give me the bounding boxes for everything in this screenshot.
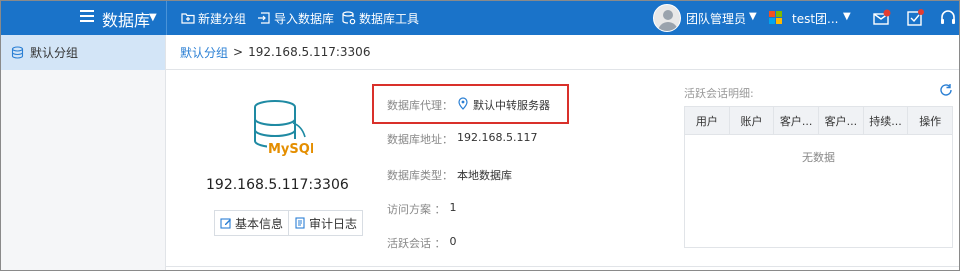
info-label: 数据库类型： — [387, 169, 453, 182]
mail-alert-icon[interactable] — [872, 8, 892, 28]
sidebar-item-label: 默认分组 — [30, 46, 79, 60]
sessions-table: 用户 账户 客户... 客户... 持续... 操作 无数据 — [684, 106, 953, 248]
user-avatar[interactable] — [653, 4, 681, 32]
user-role[interactable]: 团队管理员 — [686, 10, 746, 27]
mysql-logo-icon: MySQL — [254, 100, 313, 157]
chevron-down-icon[interactable]: ▼ — [749, 11, 757, 22]
info-value: 0 — [449, 235, 457, 248]
headset-icon[interactable] — [938, 8, 958, 28]
refresh-icon[interactable] — [939, 83, 953, 97]
import-database-button[interactable]: 导入数据库 — [257, 9, 334, 27]
info-label: 数据库代理： — [387, 99, 453, 112]
new-group-button[interactable]: 新建分组 — [181, 9, 246, 27]
info-row-type: 数据库类型： 本地数据库 — [387, 167, 512, 183]
basic-info-button[interactable]: 基本信息 — [215, 211, 288, 235]
content-divider — [166, 266, 959, 267]
info-row-access-plan: 访问方案 ： 1 — [387, 201, 457, 217]
info-value: 1 — [449, 201, 457, 214]
info-label: 活跃会话 ： — [387, 237, 446, 250]
chevron-down-icon[interactable]: ▼ — [843, 11, 851, 22]
database-icon — [11, 46, 24, 59]
column-header[interactable]: 持续... — [864, 107, 909, 134]
toolbar-divider — [166, 1, 167, 35]
column-header[interactable]: 客户... — [774, 107, 820, 134]
sidebar-item-default-group[interactable]: 默认分组 — [1, 35, 165, 70]
menu-icon[interactable] — [80, 10, 94, 24]
organization-name[interactable]: test团... — [792, 10, 839, 27]
column-header[interactable]: 客户... — [819, 107, 864, 134]
breadcrumb-current: 192.168.5.117:3306 — [248, 45, 371, 59]
info-label: 数据库地址： — [387, 133, 453, 146]
location-pin-icon — [458, 97, 468, 110]
new-group-label: 新建分组 — [198, 11, 247, 26]
top-navigation-bar: 数据库 ▼ 新建分组 导入数据库 数据库工具 团队管理员 ▼ test团... … — [1, 1, 959, 35]
sessions-empty-text: 无数据 — [802, 151, 835, 164]
sidebar: 默认分组 — [1, 35, 166, 270]
import-icon — [258, 12, 270, 24]
breadcrumb-link-default-group[interactable]: 默认分组 — [180, 44, 228, 61]
breadcrumb: 默认分组 > 192.168.5.117:3306 — [166, 35, 959, 70]
column-header[interactable]: 操作 — [908, 107, 952, 134]
audit-log-label: 审计日志 — [309, 216, 358, 231]
database-actions: 基本信息 审计日志 — [214, 210, 364, 236]
database-host: 192.168.5.117:3306 — [206, 177, 349, 193]
import-database-label: 导入数据库 — [274, 11, 335, 26]
info-row-address: 数据库地址： 192.168.5.117 — [387, 131, 537, 147]
info-value: 本地数据库 — [457, 169, 512, 182]
column-header[interactable]: 账户 — [730, 107, 775, 134]
sessions-title: 活跃会话明细: — [684, 87, 754, 100]
database-tool-icon — [342, 11, 356, 25]
windows-logo-icon — [769, 11, 782, 24]
mysql-logo-text: MySQL — [268, 142, 313, 157]
info-row-proxy: 数据库代理： 默认中转服务器 — [387, 97, 550, 113]
info-row-active-sessions: 活跃会话 ： 0 — [387, 235, 457, 251]
breadcrumb-separator: > — [233, 45, 244, 59]
info-label: 访问方案 ： — [387, 203, 446, 216]
info-value: 192.168.5.117 — [457, 131, 538, 144]
column-header[interactable]: 用户 — [685, 107, 730, 134]
audit-log-button[interactable]: 审计日志 — [288, 211, 362, 235]
basic-info-label: 基本信息 — [235, 216, 284, 231]
edit-icon — [220, 218, 231, 229]
chevron-down-icon[interactable]: ▼ — [149, 12, 157, 23]
database-tools-button[interactable]: 数据库工具 — [342, 9, 419, 27]
task-check-icon[interactable] — [905, 8, 925, 28]
database-tools-label: 数据库工具 — [359, 11, 420, 26]
sessions-table-header: 用户 账户 客户... 客户... 持续... 操作 — [685, 107, 952, 135]
info-value[interactable]: 默认中转服务器 — [473, 97, 550, 113]
folder-plus-icon — [181, 13, 195, 24]
document-icon — [295, 217, 305, 229]
app-title[interactable]: 数据库 — [102, 7, 150, 31]
